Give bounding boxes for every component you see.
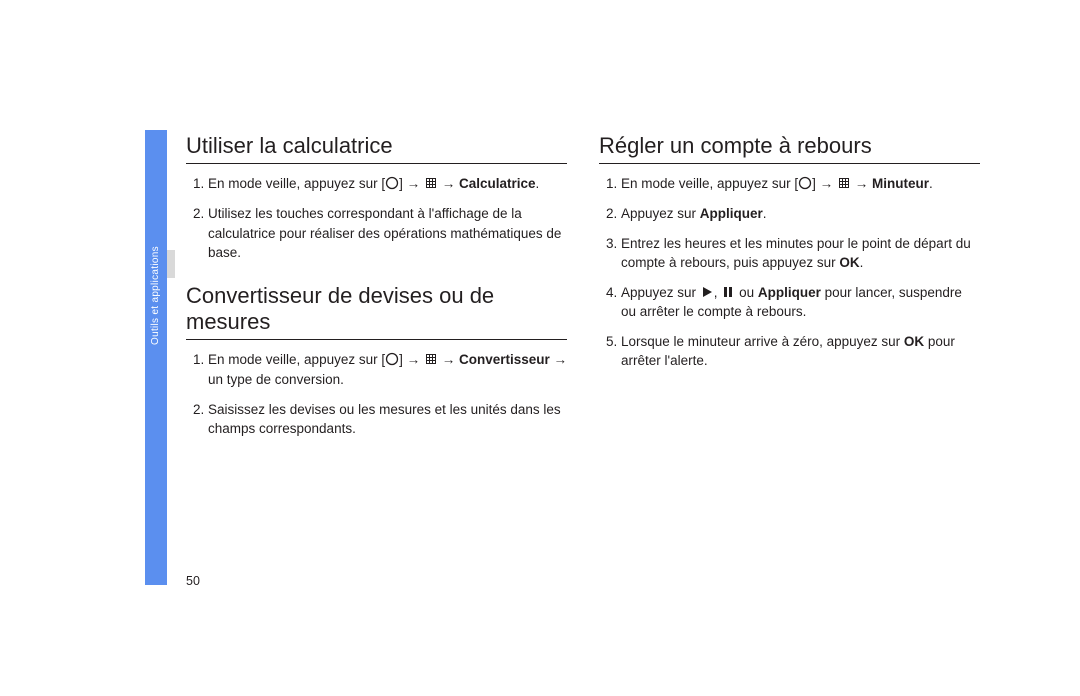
page-number: 50	[186, 574, 200, 588]
list-item: Lorsque le minuteur arrive à zéro, appuy…	[621, 332, 980, 371]
list-item: Appuyez sur Appliquer.	[621, 204, 980, 224]
list-item: Appuyez sur , ou Appliquer pour lancer, …	[621, 283, 980, 322]
grid-menu-icon	[424, 352, 438, 366]
circle-key-icon	[385, 176, 399, 190]
text: ,	[714, 285, 722, 300]
list-item: Utilisez les touches correspondant à l'a…	[208, 204, 567, 263]
app-name: Convertisseur	[459, 352, 550, 367]
arrow-icon: →	[442, 174, 456, 194]
text: En mode veille, appuyez sur	[208, 352, 381, 367]
text: .	[929, 176, 933, 191]
arrow-icon: →	[407, 174, 421, 194]
arrow-icon: →	[407, 350, 421, 370]
text: En mode veille, appuyez sur	[621, 176, 794, 191]
bracket-close: ]	[399, 176, 403, 191]
list-item: En mode veille, appuyez sur [] → → Minut…	[621, 174, 980, 194]
text: .	[536, 176, 540, 191]
heading-converter: Convertisseur de devises ou de mesures	[186, 283, 567, 341]
button-label: OK	[839, 255, 859, 270]
thumb-tab	[167, 250, 175, 278]
list-item: En mode veille, appuyez sur [] → → Calcu…	[208, 174, 567, 194]
text: .	[860, 255, 864, 270]
circle-key-icon	[798, 176, 812, 190]
play-icon	[700, 285, 714, 299]
button-label: Appliquer	[758, 285, 821, 300]
button-label: OK	[904, 334, 924, 349]
grid-menu-icon	[837, 176, 851, 190]
arrow-icon: →	[442, 350, 456, 370]
text: En mode veille, appuyez sur	[208, 176, 381, 191]
steps-converter: En mode veille, appuyez sur [] → → Conve…	[186, 350, 567, 438]
text: Lorsque le minuteur arrive à zéro, appuy…	[621, 334, 904, 349]
arrow-icon: →	[820, 174, 834, 194]
app-name: Appliquer	[700, 206, 763, 221]
steps-countdown: En mode veille, appuyez sur [] → → Minut…	[599, 174, 980, 371]
app-name: Minuteur	[872, 176, 929, 191]
arrow-icon: →	[855, 174, 869, 194]
bracket-close: ]	[399, 352, 403, 367]
list-item: Saisissez les devises ou les mesures et …	[208, 400, 567, 439]
bracket-close: ]	[812, 176, 816, 191]
steps-calculator: En mode veille, appuyez sur [] → → Calcu…	[186, 174, 567, 262]
page-content: Utiliser la calculatrice En mode veille,…	[186, 133, 980, 459]
list-item: En mode veille, appuyez sur [] → → Conve…	[208, 350, 567, 389]
heading-countdown: Régler un compte à rebours	[599, 133, 980, 164]
text: Appuyez sur	[621, 285, 700, 300]
circle-key-icon	[385, 352, 399, 366]
right-column: Régler un compte à rebours En mode veill…	[599, 133, 980, 459]
app-name: Calculatrice	[459, 176, 536, 191]
text: Entrez les heures et les minutes pour le…	[621, 236, 971, 271]
manual-page: Outils et applications Utiliser la calcu…	[0, 0, 1080, 696]
list-item: Entrez les heures et les minutes pour le…	[621, 234, 980, 273]
text: ou	[735, 285, 758, 300]
text: .	[763, 206, 767, 221]
heading-calculator: Utiliser la calculatrice	[186, 133, 567, 164]
text: Appuyez sur	[621, 206, 700, 221]
section-vertical-label: Outils et applications	[150, 246, 161, 345]
grid-menu-icon	[424, 176, 438, 190]
pause-icon	[721, 285, 735, 299]
section-color-bar	[145, 130, 167, 585]
left-column: Utiliser la calculatrice En mode veille,…	[186, 133, 567, 459]
